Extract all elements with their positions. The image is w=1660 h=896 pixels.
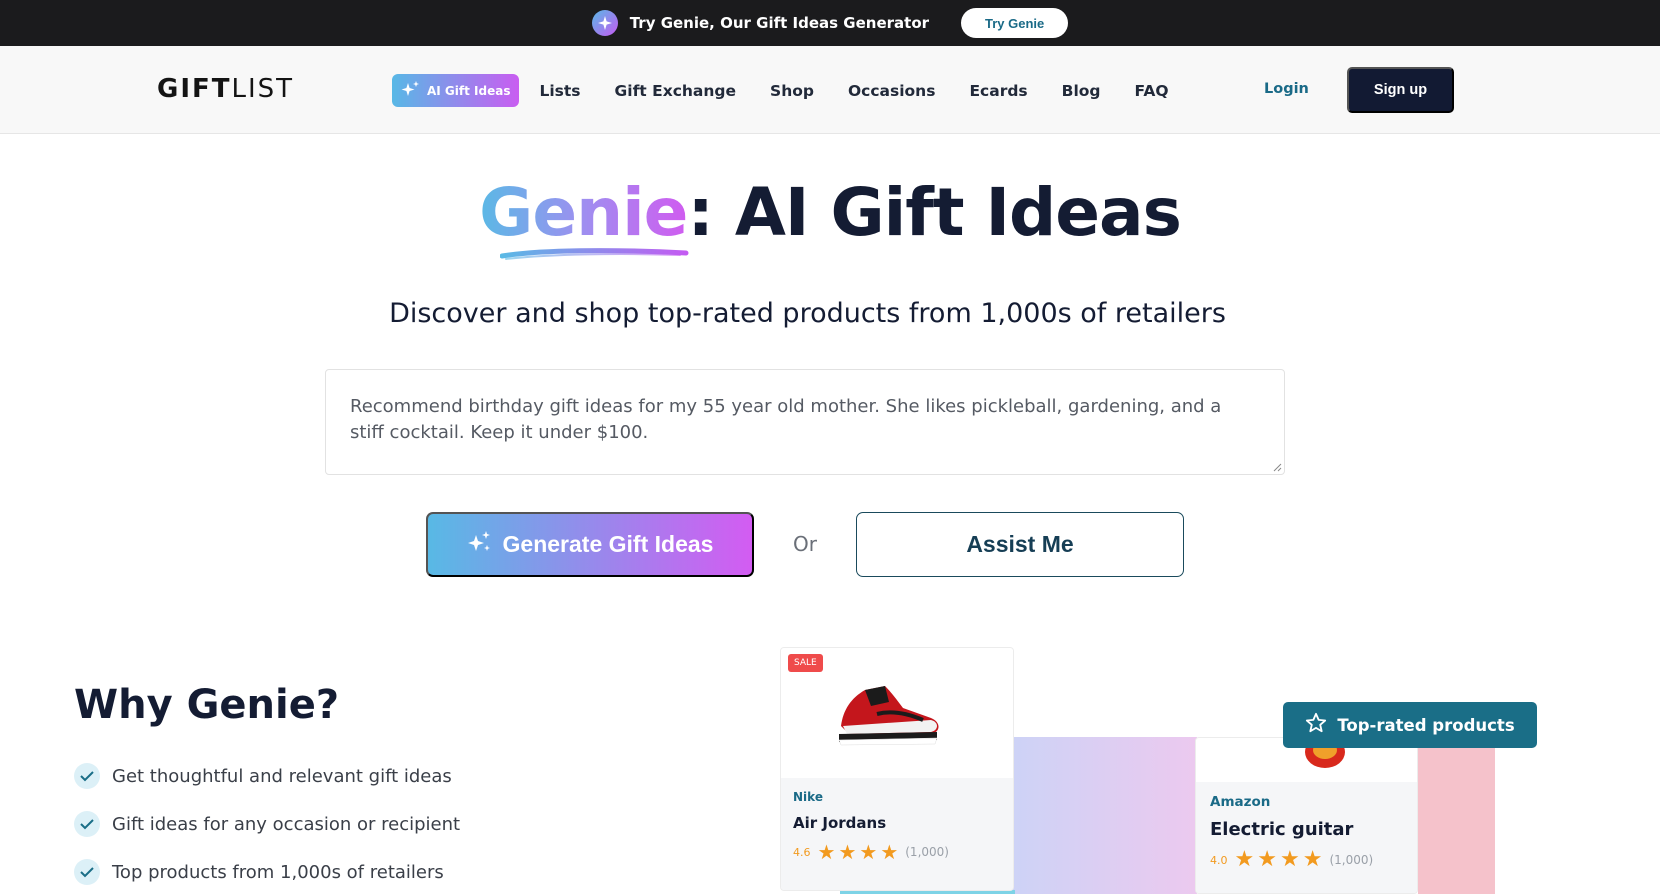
why-item-text: Get thoughtful and relevant gift ideas — [112, 765, 452, 787]
list-item: Gift ideas for any occasion or recipient — [74, 800, 460, 848]
promo-text: Try Genie, Our Gift Ideas Generator — [629, 14, 930, 32]
star-icon: ★ — [838, 840, 857, 864]
try-genie-button[interactable]: Try Genie — [961, 8, 1069, 38]
product-rating: 4.0 ★ ★ ★ ★ (1,000) — [1210, 847, 1403, 872]
prompt-value: Recommend birthday gift ideas for my 55 … — [350, 396, 1222, 443]
rating-value: 4.6 — [793, 845, 811, 859]
nav-ecards[interactable]: Ecards — [969, 82, 1027, 100]
sale-badge: SALE — [788, 654, 823, 672]
product-brand: Amazon — [1210, 794, 1271, 810]
sparkle-icon — [467, 530, 493, 560]
sparkle-icon — [591, 10, 618, 36]
check-icon — [74, 811, 100, 837]
sparkle-icon — [401, 80, 421, 101]
rating-count: (1,000) — [905, 845, 949, 859]
star-icon: ★ — [1234, 847, 1255, 872]
or-divider-text: Or — [793, 532, 817, 556]
product-name: Air Jordans — [793, 814, 887, 832]
list-item: Top products from 1,000s of retailers — [74, 848, 460, 896]
rating-value: 4.0 — [1210, 853, 1228, 867]
hero-subtitle: Discover and shop top-rated products fro… — [389, 298, 1226, 329]
top-rated-label: Top-rated products — [1337, 715, 1515, 735]
product-card-body: Amazon Electric guitar 4.0 ★ ★ ★ ★ (1,00… — [1196, 782, 1417, 893]
top-rated-products-badge: Top-rated products — [1283, 702, 1537, 748]
product-card-amazon[interactable]: Amazon Electric guitar 4.0 ★ ★ ★ ★ (1,00… — [1195, 737, 1418, 894]
why-item-text: Top products from 1,000s of retailers — [112, 861, 444, 883]
product-card-nike[interactable]: SALE Nike Air Jordans 4.6 ★ ★ ★ ★ (1,000… — [780, 647, 1014, 891]
decorative-pink-block — [1418, 748, 1495, 894]
logo-part-list: LIST — [231, 74, 295, 104]
why-genie-list: Get thoughtful and relevant gift ideas G… — [74, 752, 460, 896]
nav-occasions[interactable]: Occasions — [848, 82, 935, 100]
star-icon: ★ — [1257, 847, 1277, 872]
product-card-body: Nike Air Jordans 4.6 ★ ★ ★ ★ (1,000) — [781, 778, 1013, 890]
product-name: Electric guitar — [1210, 819, 1354, 840]
product-image-area: SALE — [781, 648, 1013, 778]
nav-shop[interactable]: Shop — [770, 82, 814, 100]
title-rest: : AI Gift Ideas — [687, 174, 1181, 251]
generate-gift-ideas-button[interactable]: Generate Gift Ideas — [426, 512, 754, 577]
nav-links: AI Gift Ideas Lists Gift Exchange Shop O… — [392, 74, 1203, 107]
star-icon: ★ — [859, 840, 878, 864]
star-icon: ★ — [880, 840, 899, 864]
nav-gift-exchange[interactable]: Gift Exchange — [615, 82, 737, 100]
decorative-gradient-block — [1012, 737, 1197, 894]
why-genie-heading: Why Genie? — [74, 682, 340, 728]
check-icon — [74, 859, 100, 885]
star-icon: ★ — [1279, 847, 1300, 872]
resize-handle-icon[interactable] — [1272, 462, 1282, 472]
star-icon: ★ — [1302, 847, 1323, 872]
generate-label: Generate Gift Ideas — [502, 531, 714, 557]
promo-bar: Try Genie, Our Gift Ideas Generator Try … — [0, 0, 1660, 46]
list-item: Get thoughtful and relevant gift ideas — [74, 752, 460, 800]
giftlist-logo[interactable]: GIFTLIST — [157, 74, 294, 104]
brush-underline — [500, 248, 689, 260]
logo-part-gift: GIFT — [157, 74, 232, 104]
nav-lists[interactable]: Lists — [539, 82, 580, 100]
rating-count: (1,000) — [1329, 853, 1374, 867]
product-brand: Nike — [793, 790, 823, 804]
nav-faq[interactable]: FAQ — [1135, 82, 1169, 100]
why-item-text: Gift ideas for any occasion or recipient — [112, 813, 461, 835]
assist-me-button[interactable]: Assist Me — [856, 512, 1184, 577]
nav-blog[interactable]: Blog — [1062, 82, 1101, 100]
gift-prompt-textarea[interactable]: Recommend birthday gift ideas for my 55 … — [325, 369, 1285, 475]
signup-button[interactable]: Sign up — [1347, 67, 1454, 113]
check-icon — [74, 763, 100, 789]
product-rating: 4.6 ★ ★ ★ ★ (1,000) — [793, 842, 1001, 862]
title-highlight: Genie — [479, 174, 688, 251]
page-title: Genie: AI Gift Ideas — [0, 174, 1660, 251]
star-icon: ★ — [817, 840, 836, 864]
promo-content: Try Genie, Our Gift Ideas Generator Try … — [591, 8, 1069, 38]
main-nav: GIFTLIST AI Gift Ideas Lists Gift Exchan… — [0, 46, 1660, 134]
star-outline-icon — [1305, 712, 1327, 738]
ai-pill-label: AI Gift Ideas — [427, 83, 511, 98]
nav-ai-gift-ideas[interactable]: AI Gift Ideas — [392, 74, 520, 107]
login-link[interactable]: Login — [1264, 81, 1309, 97]
